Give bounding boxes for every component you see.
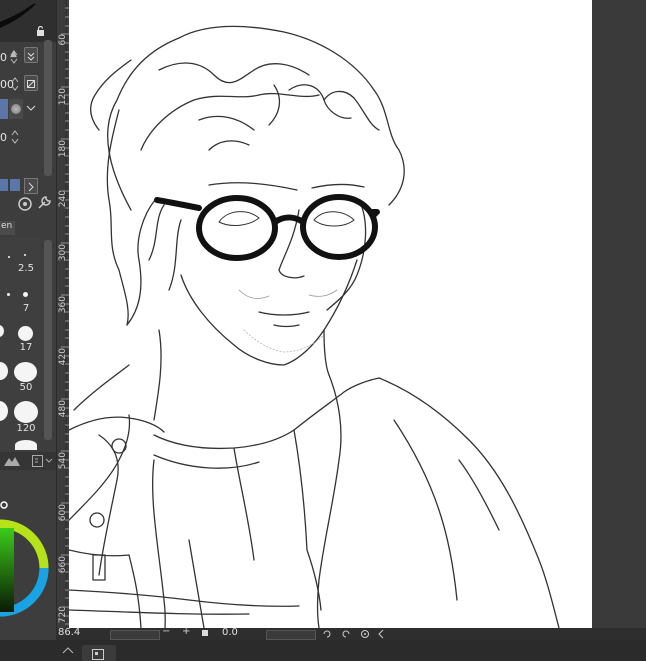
spinner-icon[interactable] bbox=[10, 76, 20, 92]
brush-size-item[interactable]: 2.5 bbox=[14, 244, 34, 282]
rotate-left-icon[interactable] bbox=[322, 629, 332, 639]
brush-stroke-icon bbox=[0, 3, 36, 29]
pressure-toggle-button[interactable] bbox=[24, 47, 38, 63]
brush-size-item[interactable]: 50 bbox=[14, 362, 37, 400]
chevrons-down-icon bbox=[27, 52, 35, 61]
texture-preview bbox=[9, 99, 23, 119]
rotation-value[interactable]: 0.0 bbox=[222, 627, 238, 638]
blend-swatch[interactable] bbox=[0, 99, 8, 119]
slash-square-icon bbox=[27, 80, 35, 88]
brush-size-item[interactable]: 7 bbox=[14, 283, 34, 321]
color-wheel[interactable] bbox=[0, 490, 52, 646]
layer-panel-icon bbox=[92, 649, 104, 660]
zoom-in-icon[interactable]: + bbox=[182, 626, 190, 637]
brush-size-tab[interactable]: en bbox=[0, 221, 15, 235]
brush-size-footer bbox=[0, 452, 56, 470]
reset-target-icon[interactable] bbox=[17, 196, 33, 212]
brush-size-label: 17 bbox=[19, 342, 33, 353]
brush-size-label: 7 bbox=[22, 303, 30, 314]
layer-toggle-button[interactable] bbox=[82, 645, 116, 661]
brush-size-item[interactable]: 120 bbox=[14, 401, 38, 439]
color-wheel-ring[interactable] bbox=[0, 490, 52, 646]
spinner-icon[interactable] bbox=[9, 49, 19, 65]
chevron-down-icon[interactable] bbox=[26, 105, 36, 113]
zoom-value[interactable]: 86.4 bbox=[58, 627, 80, 638]
zoom-slider[interactable] bbox=[110, 630, 160, 640]
brush-size-item[interactable]: 17 bbox=[14, 323, 34, 361]
wrench-icon[interactable] bbox=[36, 195, 52, 211]
property-scrollbar[interactable] bbox=[44, 40, 52, 176]
brush-size-label: 2.5 bbox=[18, 263, 34, 274]
stabilization-row[interactable]: 0 bbox=[0, 127, 40, 149]
bottom-panel-bar bbox=[0, 640, 646, 661]
mountain-icon[interactable] bbox=[4, 455, 20, 467]
spinner-icon[interactable] bbox=[10, 129, 20, 145]
canvas-status-bar: 86.4 − + 0.0 bbox=[56, 626, 646, 640]
drawing-paper[interactable] bbox=[69, 0, 592, 628]
next-preset-button[interactable] bbox=[24, 178, 38, 194]
brush-stroke-preview bbox=[0, 0, 56, 42]
expand-up-icon[interactable] bbox=[62, 645, 74, 655]
stabilization-value[interactable]: 0 bbox=[0, 131, 7, 144]
brush-size-label: 50 bbox=[19, 382, 33, 393]
canvas-area[interactable] bbox=[69, 0, 646, 628]
fit-screen-icon[interactable] bbox=[202, 630, 208, 636]
blend-mode-row[interactable] bbox=[0, 97, 40, 121]
chevron-right-icon bbox=[28, 182, 34, 192]
vertical-ruler: 60 120 180 240 300 360 420 480 540 600 6… bbox=[56, 0, 70, 628]
brush-size-value[interactable]: 0 bbox=[0, 51, 7, 64]
brush-size-label: 120 bbox=[16, 423, 36, 434]
chevron-left-icon[interactable] bbox=[376, 629, 386, 639]
brush-size-scrollbar[interactable] bbox=[44, 240, 52, 440]
rotate-right-icon[interactable] bbox=[341, 629, 351, 639]
preset-strip[interactable] bbox=[0, 178, 40, 194]
lock-icon[interactable] bbox=[36, 26, 45, 36]
reset-rotation-icon[interactable] bbox=[360, 629, 370, 639]
rotation-slider[interactable] bbox=[266, 630, 316, 640]
brush-size-grid: 2.5 7 17 50 120 bbox=[0, 238, 40, 450]
tool-property-panel: 0 ▲ 00 0 en 2.5 7 17 50 120 bbox=[0, 0, 56, 661]
panel-menu-icon[interactable] bbox=[32, 455, 54, 467]
opacity-settings-button[interactable] bbox=[24, 75, 38, 91]
lineart-drawing[interactable] bbox=[69, 0, 592, 628]
zoom-out-icon[interactable]: − bbox=[162, 626, 170, 637]
